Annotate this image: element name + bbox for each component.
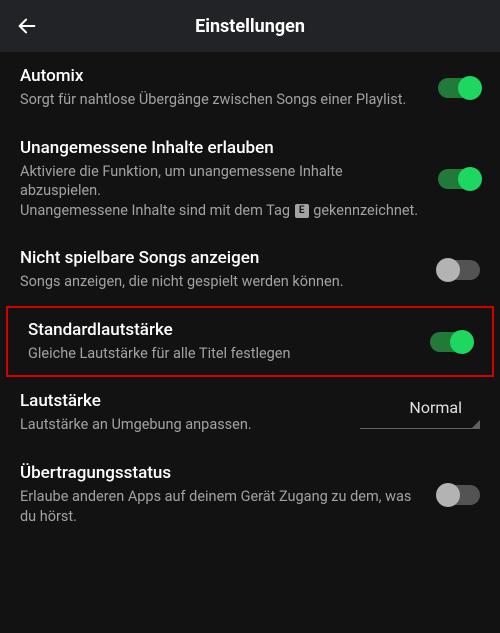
setting-title: Unangemessene Inhalte erlauben xyxy=(20,138,424,158)
normalize-toggle[interactable] xyxy=(430,332,472,352)
setting-main: Automix Sorgt für nahtlose Übergänge zwis… xyxy=(20,66,424,110)
setting-description: Gleiche Lautstärke für alle Titel festle… xyxy=(28,344,416,364)
setting-main: Standardlautstärke Gleiche Lautstärke für… xyxy=(28,320,416,364)
setting-description: Sorgt für nahtlose Übergänge zwischen So… xyxy=(20,90,424,110)
setting-row-broadcast: Übertragungsstatus Erlaube anderen Apps a… xyxy=(0,449,500,540)
setting-row-automix: Automix Sorgt für nahtlose Übergänge zwis… xyxy=(0,52,500,124)
back-button[interactable] xyxy=(16,15,38,37)
setting-description: Songs anzeigen, die nicht gespielt werde… xyxy=(20,272,424,292)
setting-title: Nicht spielbare Songs anzeigen xyxy=(20,248,424,268)
setting-description: Erlaube anderen Apps auf deinem Gerät Zu… xyxy=(20,487,424,526)
setting-row-normalize: Standardlautstärke Gleiche Lautstärke für… xyxy=(6,306,494,378)
setting-main: Übertragungsstatus Erlaube anderen Apps a… xyxy=(20,463,424,526)
dropdown-indicator-icon xyxy=(360,419,480,429)
setting-main: Nicht spielbare Songs anzeigen Songs anze… xyxy=(20,248,424,292)
setting-main: Lautstärke Lautstärke an Umgebung anpasse… xyxy=(20,391,346,435)
page-title: Einstellungen xyxy=(0,16,500,37)
setting-title: Standardlautstärke xyxy=(28,320,416,340)
setting-row-explicit: Unangemessene Inhalte erlauben Aktiviere … xyxy=(0,124,500,235)
setting-main: Unangemessene Inhalte erlauben Aktiviere … xyxy=(20,138,424,221)
settings-list: Automix Sorgt für nahtlose Übergänge zwis… xyxy=(0,52,500,540)
header: Einstellungen xyxy=(0,0,500,52)
toggle-knob xyxy=(436,483,460,507)
toggle-knob xyxy=(458,76,482,100)
automix-toggle[interactable] xyxy=(438,78,480,98)
setting-title: Lautstärke xyxy=(20,391,346,411)
explicit-badge-icon: E xyxy=(295,204,309,218)
select-value: Normal xyxy=(409,398,480,419)
setting-row-unplayable: Nicht spielbare Songs anzeigen Songs anze… xyxy=(0,234,500,306)
setting-description: Lautstärke an Umgebung anpassen. xyxy=(20,415,346,435)
toggle-knob xyxy=(436,258,460,282)
setting-title: Automix xyxy=(20,66,424,86)
arrow-left-icon xyxy=(16,15,38,37)
setting-row-volume-level: Lautstärke Lautstärke an Umgebung anpasse… xyxy=(0,377,500,449)
setting-title: Übertragungsstatus xyxy=(20,463,424,483)
toggle-knob xyxy=(458,167,482,191)
explicit-toggle[interactable] xyxy=(438,169,480,189)
unplayable-toggle[interactable] xyxy=(438,260,480,280)
toggle-knob xyxy=(450,330,474,354)
setting-description: Aktiviere die Funktion, um unangemessene… xyxy=(20,162,424,221)
volume-level-select[interactable]: Normal xyxy=(360,398,480,429)
broadcast-toggle[interactable] xyxy=(438,485,480,505)
